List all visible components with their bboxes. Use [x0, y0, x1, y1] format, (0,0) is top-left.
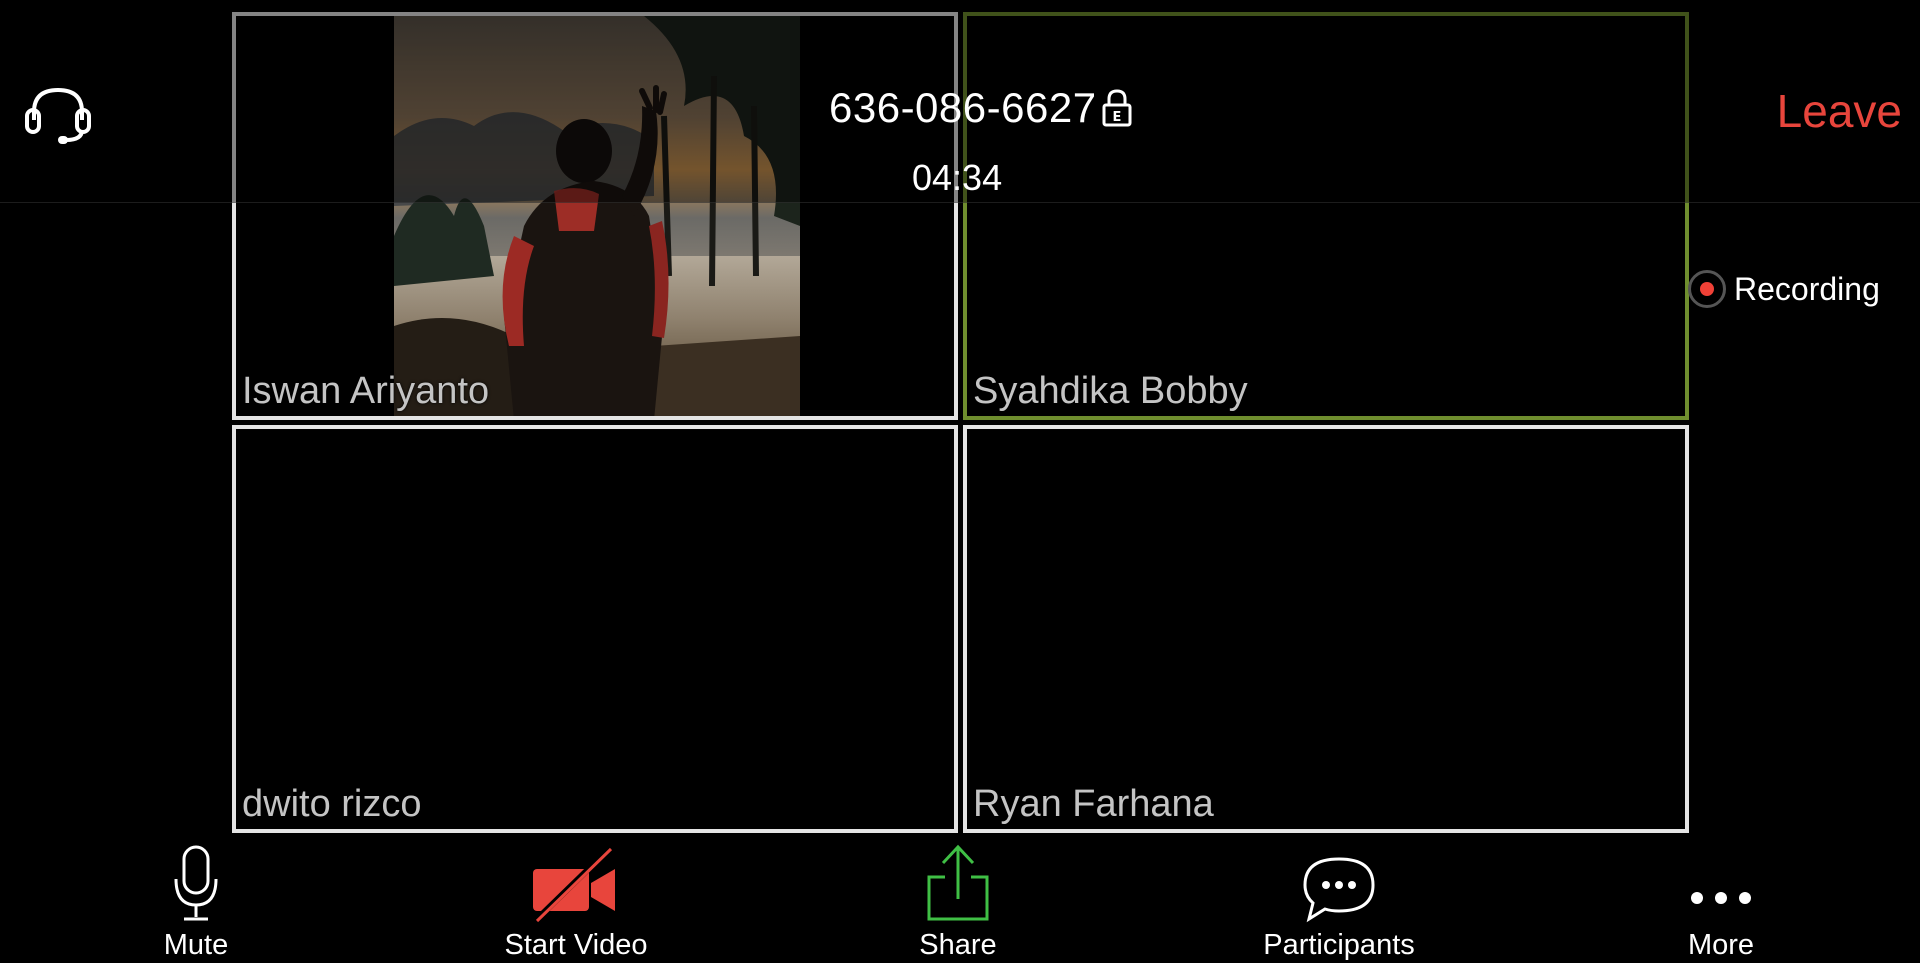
share-upload-icon	[927, 844, 989, 921]
headset-icon[interactable]	[22, 80, 94, 146]
share-button[interactable]: Share	[838, 835, 1078, 963]
participants-button[interactable]: Participants	[1219, 835, 1459, 963]
microphone-icon	[174, 845, 218, 921]
recording-label: Recording	[1734, 270, 1880, 307]
start-video-button[interactable]: Start Video	[456, 835, 696, 963]
chat-bubble-icon	[1303, 857, 1375, 923]
lock-encrypted-icon: E	[1102, 89, 1132, 127]
svg-text:E: E	[1112, 110, 1121, 125]
video-camera-off-icon	[532, 847, 615, 923]
participant-name: Syahdika Bobby	[973, 370, 1248, 412]
meeting-timer: 04:34	[912, 157, 1003, 198]
meeting-screen: Iswan Ariyanto Syahdika Bobby dwito rizc…	[0, 0, 1920, 963]
more-label: More	[1687, 929, 1755, 961]
participant-tile[interactable]: Ryan Farhana	[963, 425, 1689, 833]
mute-label: Mute	[163, 929, 229, 961]
start-video-label: Start Video	[504, 929, 648, 961]
participant-tile[interactable]: dwito rizco	[232, 425, 958, 833]
participant-name: dwito rizco	[242, 783, 422, 825]
meeting-id: 636-086-6627	[829, 84, 1097, 131]
recording-indicator[interactable]: Recording	[1688, 270, 1880, 308]
mute-button[interactable]: Mute	[76, 835, 316, 963]
recording-icon	[1688, 270, 1726, 308]
share-label: Share	[919, 929, 997, 961]
leave-button[interactable]: Leave	[1777, 84, 1902, 138]
meeting-toolbar: Mute Start Video Share Participants More	[0, 835, 1920, 963]
participant-name: Ryan Farhana	[973, 783, 1214, 825]
participant-name: Iswan Ariyanto	[242, 370, 490, 412]
meeting-id-group[interactable]: 636-086-6627 E	[829, 84, 1133, 132]
more-dots-icon	[1691, 892, 1751, 904]
more-button[interactable]: More	[1601, 835, 1841, 963]
participants-label: Participants	[1263, 929, 1415, 961]
